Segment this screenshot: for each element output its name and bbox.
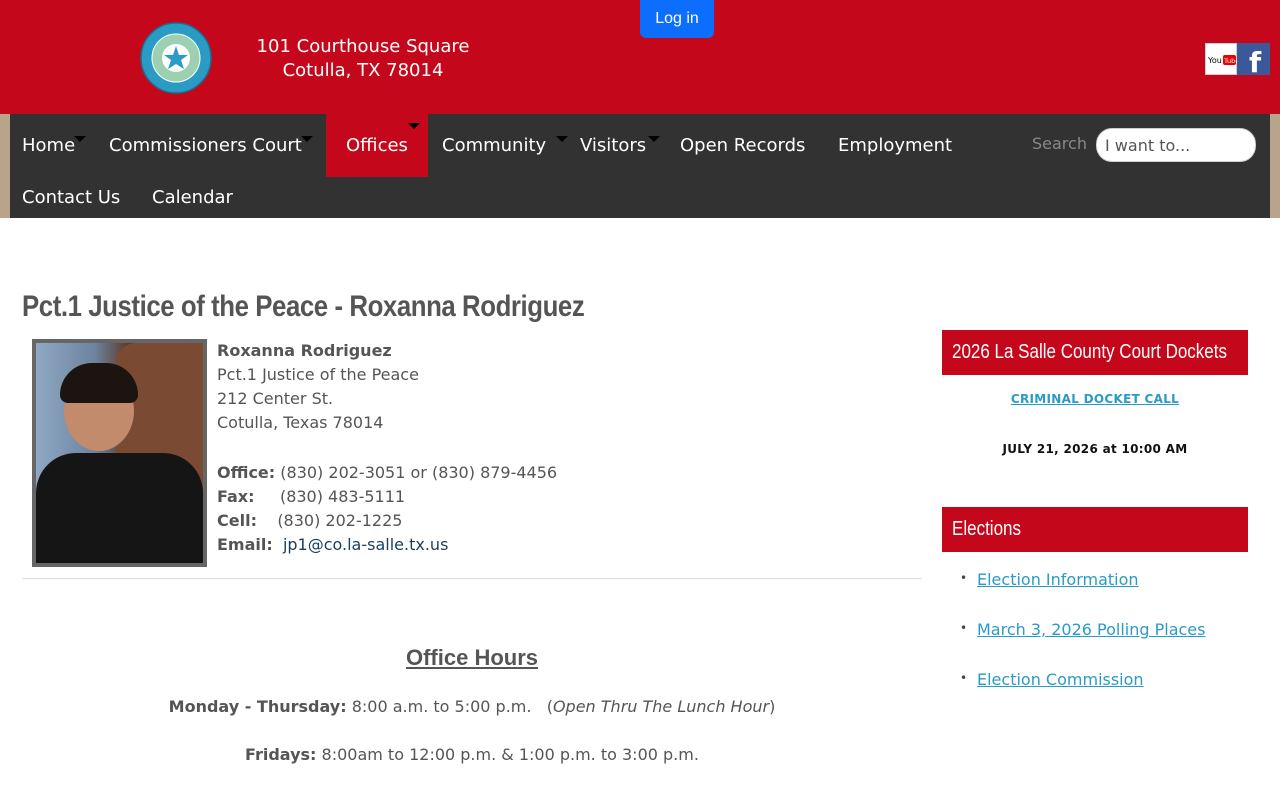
nav-label: Contact Us bbox=[22, 187, 121, 208]
elections-heading: Elections bbox=[942, 507, 1248, 552]
svg-text:Tube: Tube bbox=[1223, 57, 1238, 65]
election-information-link[interactable]: Election Information bbox=[977, 570, 1139, 589]
svg-text:f: f bbox=[1249, 46, 1262, 75]
official-name: Roxanna Rodriguez bbox=[217, 341, 392, 360]
list-item: Election Commission bbox=[960, 670, 1205, 720]
nav-item-contact-us[interactable]: Contact Us bbox=[10, 166, 132, 218]
email-link[interactable]: jp1@co.la-salle.tx.us bbox=[283, 535, 448, 554]
office-hours-title: Office Hours bbox=[405, 645, 539, 670]
hours-mon-thu: Monday - Thursday: 8:00 a.m. to 5:00 p.m… bbox=[168, 697, 776, 716]
nav-label: Offices bbox=[346, 135, 408, 156]
facebook-icon[interactable]: f bbox=[1237, 43, 1270, 79]
nav-label: Visitors bbox=[580, 135, 647, 156]
site-header: 101 Courthouse Square Cotulla, TX 78014 … bbox=[0, 0, 1280, 114]
nav-label: Open Records bbox=[680, 135, 806, 156]
dockets-heading: 2026 La Salle County Court Dockets bbox=[942, 330, 1248, 375]
nav-label: Calendar bbox=[152, 187, 233, 208]
svg-text:You: You bbox=[1207, 56, 1222, 65]
elections-list: Election Information March 3, 2026 Polli… bbox=[960, 570, 1205, 720]
polling-places-link[interactable]: March 3, 2026 Polling Places bbox=[977, 620, 1205, 639]
nav-label: Community bbox=[442, 135, 547, 156]
header-address: 101 Courthouse Square Cotulla, TX 78014 bbox=[252, 35, 474, 83]
nav-item-employment[interactable]: Employment bbox=[826, 114, 964, 166]
hours-friday: Fridays: 8:00am to 12:00 p.m. & 1:00 p.m… bbox=[245, 745, 699, 764]
county-seal-logo[interactable] bbox=[140, 22, 212, 94]
nav-item-community[interactable]: Community bbox=[430, 114, 568, 166]
nav-label: Home bbox=[22, 135, 76, 156]
nav-item-calendar[interactable]: Calendar bbox=[140, 166, 245, 218]
dropdown-caret-icon bbox=[556, 136, 568, 142]
street-address: 212 Center St. bbox=[217, 389, 334, 408]
nav-label: Employment bbox=[838, 135, 953, 156]
office-phone: Office: (830) 202-3051 or (830) 879-4456 bbox=[217, 463, 558, 482]
search-label: Search bbox=[1032, 134, 1087, 153]
docket-date: JULY 21, 2026 at 10:00 AM bbox=[1002, 442, 1188, 456]
dropdown-caret-icon bbox=[408, 123, 420, 129]
nav-item-commissioners-court[interactable]: Commissioners Court bbox=[97, 114, 314, 166]
email-row: Email: jp1@co.la-salle.tx.us bbox=[217, 535, 449, 554]
dropdown-caret-icon bbox=[74, 136, 86, 142]
address-line-1: 101 Courthouse Square bbox=[256, 36, 470, 57]
nav-item-home[interactable]: Home bbox=[10, 114, 87, 166]
nav-label: Commissioners Court bbox=[109, 135, 302, 156]
contact-info: Roxanna Rodriguez Pct.1 Justice of the P… bbox=[217, 339, 557, 557]
cell-number: Cell: (830) 202-1225 bbox=[217, 511, 403, 530]
fax-number: Fax: (830) 483-5111 bbox=[217, 487, 406, 506]
main-navigation-wrapper: Home Commissioners Court Offices Communi… bbox=[0, 114, 1280, 218]
main-navigation: Home Commissioners Court Offices Communi… bbox=[10, 114, 1270, 218]
election-commission-link[interactable]: Election Commission bbox=[977, 670, 1144, 689]
nav-item-open-records[interactable]: Open Records bbox=[668, 114, 817, 166]
page-title: Pct.1 Justice of the Peace - Roxanna Rod… bbox=[22, 290, 585, 323]
list-item: March 3, 2026 Polling Places bbox=[960, 620, 1205, 670]
criminal-docket-link[interactable]: CRIMINAL DOCKET CALL bbox=[942, 392, 1248, 406]
dropdown-caret-icon bbox=[301, 136, 313, 142]
official-portrait-photo bbox=[32, 339, 207, 567]
official-position: Pct.1 Justice of the Peace bbox=[217, 365, 419, 384]
search-input[interactable] bbox=[1096, 128, 1256, 162]
list-item: Election Information bbox=[960, 570, 1205, 620]
dropdown-caret-icon bbox=[648, 136, 660, 142]
youtube-icon[interactable]: You Tube bbox=[1205, 43, 1239, 75]
nav-item-visitors[interactable]: Visitors bbox=[568, 114, 660, 166]
nav-item-offices[interactable]: Offices bbox=[326, 114, 428, 177]
login-button[interactable]: Log in bbox=[640, 0, 714, 38]
city-address: Cotulla, Texas 78014 bbox=[217, 413, 384, 432]
content-divider bbox=[22, 578, 922, 579]
address-line-2: Cotulla, TX 78014 bbox=[282, 60, 444, 81]
